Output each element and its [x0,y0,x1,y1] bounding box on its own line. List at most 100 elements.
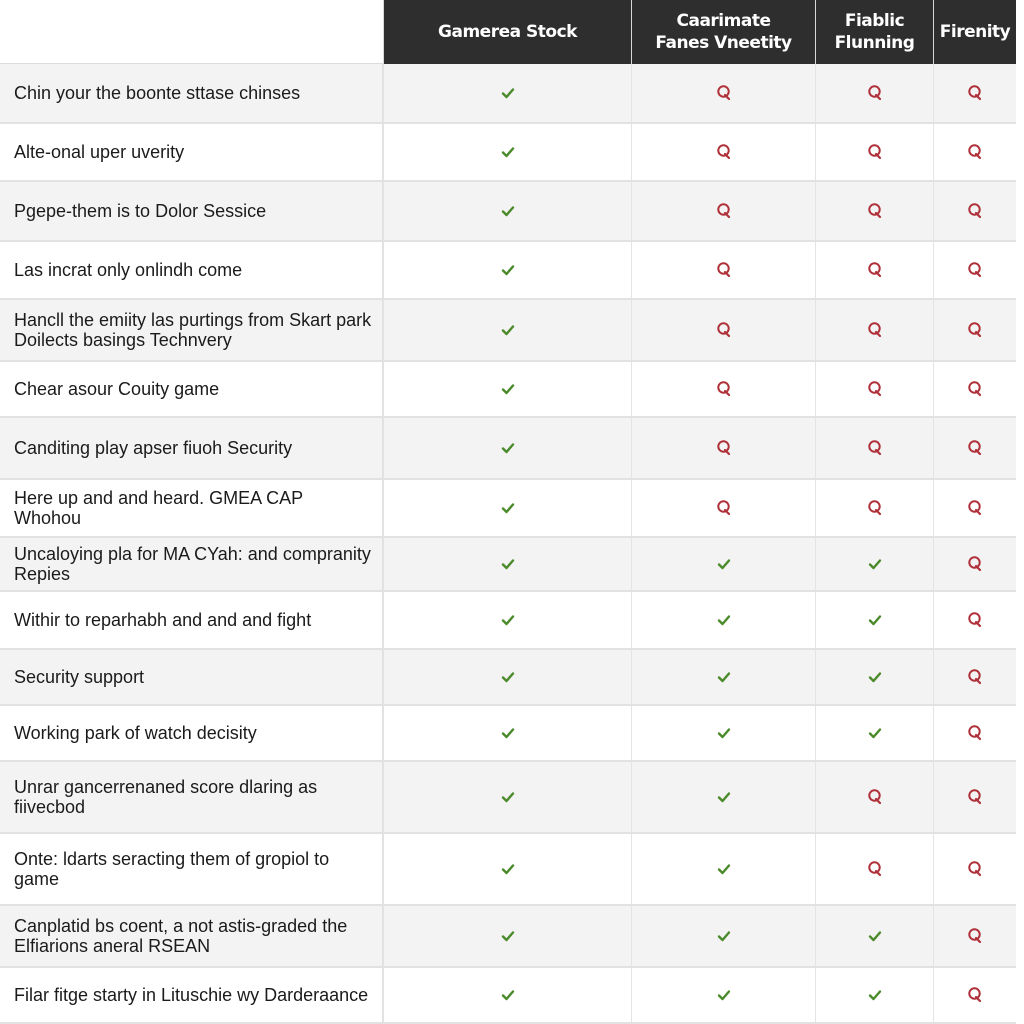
magnifier-q-icon [967,439,983,457]
magnifier-q-icon [867,499,883,517]
header-blank [0,0,383,64]
table-cell [933,834,1016,906]
checkmark-icon [717,671,731,683]
checkmark-icon [717,614,731,626]
feature-label: Onte: ldarts seracting them of gropiol t… [0,834,383,906]
table-cell [815,300,933,362]
checkmark-icon [501,146,515,158]
table-cell [383,124,631,182]
table-cell [383,64,631,124]
table-cell [631,242,815,300]
table-cell [631,480,815,538]
magnifier-q-icon [867,143,883,161]
table-cell [815,242,933,300]
table-cell [933,592,1016,650]
checkmark-icon [717,791,731,803]
magnifier-q-icon [867,788,883,806]
table-cell [815,182,933,242]
table-cell [631,706,815,762]
table-cell [383,242,631,300]
checkmark-icon [868,930,882,942]
magnifier-q-icon [967,555,983,573]
magnifier-q-icon [867,202,883,220]
checkmark-icon [717,558,731,570]
checkmark-icon [501,614,515,626]
magnifier-q-icon [967,860,983,878]
magnifier-q-icon [867,84,883,102]
table-cell [383,362,631,418]
checkmark-icon [868,558,882,570]
feature-label: Working park of watch decisity [0,706,383,762]
table-cell [815,418,933,480]
table-cell [383,762,631,834]
table-cell [631,968,815,1024]
feature-label: Security support [0,650,383,706]
magnifier-q-icon [867,321,883,339]
checkmark-icon [868,671,882,683]
table-cell [933,706,1016,762]
checkmark-icon [868,989,882,1001]
table-cell [383,650,631,706]
table-cell [815,480,933,538]
magnifier-q-icon [967,927,983,945]
table-cell [383,418,631,480]
checkmark-icon [501,989,515,1001]
checkmark-icon [717,727,731,739]
checkmark-icon [501,502,515,514]
table-cell [631,362,815,418]
checkmark-icon [868,614,882,626]
column-header: Fiablic Flunning [815,0,933,64]
table-cell [383,592,631,650]
table-cell [631,64,815,124]
feature-label: Pgepe-them is to Dolor Sessice [0,182,383,242]
magnifier-q-icon [716,499,732,517]
table-cell [631,418,815,480]
feature-label: Withir to reparhabh and and and fight [0,592,383,650]
table-cell [933,538,1016,592]
table-cell [933,480,1016,538]
table-cell [933,362,1016,418]
magnifier-q-icon [967,788,983,806]
table-cell [383,968,631,1024]
table-cell [933,64,1016,124]
table-cell [383,538,631,592]
magnifier-q-icon [867,439,883,457]
magnifier-q-icon [967,321,983,339]
magnifier-q-icon [967,724,983,742]
table-cell [631,592,815,650]
checkmark-icon [501,727,515,739]
table-cell [933,124,1016,182]
magnifier-q-icon [967,143,983,161]
table-cell [815,64,933,124]
table-cell [383,182,631,242]
checkmark-icon [717,930,731,942]
magnifier-q-icon [716,84,732,102]
feature-label: Unrar gancerrenaned score dlaring as fii… [0,762,383,834]
feature-label: Hancll the emiity las purtings from Skar… [0,300,383,362]
magnifier-q-icon [967,380,983,398]
magnifier-q-icon [716,261,732,279]
feature-label: Las incrat only onlindh come [0,242,383,300]
magnifier-q-icon [716,202,732,220]
table-cell [815,362,933,418]
magnifier-q-icon [867,380,883,398]
table-cell [631,834,815,906]
feature-label: Canplatid bs coent, a not astis-graded t… [0,906,383,968]
checkmark-icon [501,671,515,683]
table-cell [815,124,933,182]
table-cell [383,834,631,906]
table-cell [815,906,933,968]
table-cell [631,300,815,362]
checkmark-icon [717,863,731,875]
table-cell [933,242,1016,300]
feature-label: Chin your the boonte sttase chinses [0,64,383,124]
table-cell [631,650,815,706]
checkmark-icon [717,989,731,1001]
checkmark-icon [501,324,515,336]
checkmark-icon [501,205,515,217]
magnifier-q-icon [716,321,732,339]
magnifier-q-icon [967,202,983,220]
column-header: Firenity [933,0,1016,64]
checkmark-icon [501,863,515,875]
table-cell [815,706,933,762]
